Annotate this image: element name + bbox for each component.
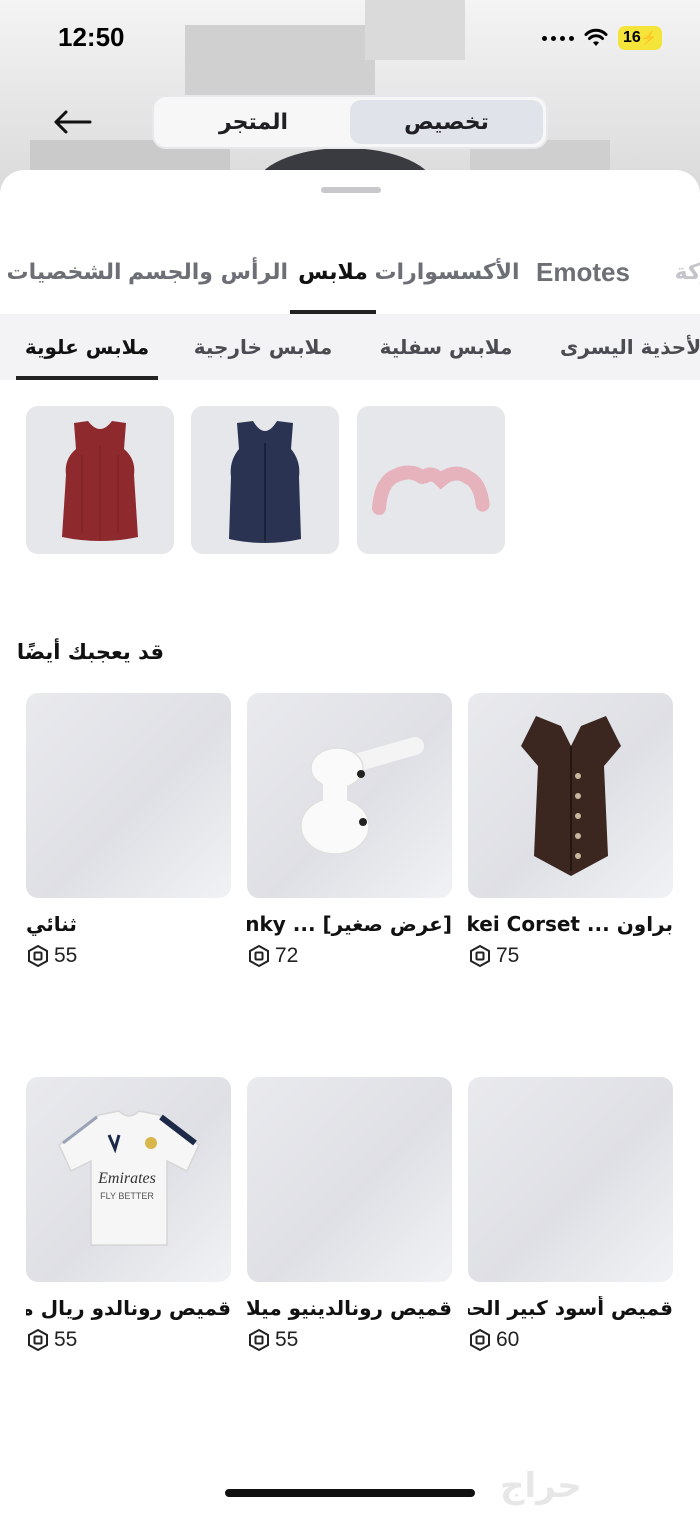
tab-emotes[interactable]: Emotes [530,230,636,314]
real-madrid-shirt-icon: Emirates FLY BETTER [57,1109,200,1246]
product-name[interactable]: قميص أسود كبير الحجم [468,1296,673,1320]
product-card[interactable]: قميص أسود كبير الحجم 60 [468,1077,673,1352]
owned-item-navy-vest[interactable] [191,406,339,554]
subtab-tops[interactable]: ملابس علوية [16,314,158,380]
back-arrow-icon[interactable] [48,100,96,144]
status-time: 12:50 [58,22,125,52]
subtab-left-shoes[interactable]: الأحذية اليسرى [560,314,700,380]
owned-item-pink-ruffle-sleeves[interactable] [357,406,505,554]
robux-icon [249,1328,269,1352]
product-thumbnail[interactable] [247,1077,452,1282]
tab-clothing[interactable]: ملابس [290,230,376,314]
price-value: 55 [54,1328,78,1351]
bottom-sheet: ركة Emotes الأكسسوارات ملابس الرأس والجس… [0,170,700,1514]
product-card[interactable]: قميص رونالدينيو ميلان... 55 [247,1077,452,1352]
product-name[interactable]: قميص رونالدو ريال مدر... [26,1296,231,1320]
category-tabs: ركة Emotes الأكسسوارات ملابس الرأس والجس… [0,230,700,314]
sheet-grabber[interactable] [321,187,381,193]
segment-customize[interactable]: تخصيص [350,100,543,144]
product-price: 55 [247,1328,452,1352]
segment-store[interactable]: المتجر [157,100,350,144]
robux-icon [28,944,48,968]
product-name[interactable]: براون ... Vkei Corset [468,912,673,936]
tab-head-body[interactable]: الرأس والجسم [128,230,288,314]
price-value: 55 [54,944,78,967]
brown-corset-icon [520,715,621,876]
clothing-subtabs: الأحذية اليسرى ملابس سفلية ملابس خارجية … [0,314,700,380]
product-thumbnail[interactable] [468,1077,673,1282]
price-value: 55 [275,1328,299,1351]
product-thumbnail[interactable] [468,693,673,898]
svg-text:FLY BETTER: FLY BETTER [100,1191,154,1201]
product-thumbnail[interactable] [247,693,452,898]
robux-icon [470,1328,490,1352]
price-value: 75 [496,944,520,967]
price-value: 60 [496,1328,520,1351]
section-title-recommended: قد يعجبك أيضًا [16,640,164,664]
white-pacifier-icon [299,736,424,855]
product-price: 55 [26,944,231,968]
tab-characters[interactable]: الشخصيات [6,230,121,314]
product-name[interactable]: قميص رونالدينيو ميلان... [247,1296,452,1320]
product-card[interactable]: براون ... Vkei Corset 75 [468,693,673,968]
status-icons: 16 ⚡ [542,26,662,50]
cellular-signal-icon [542,35,574,41]
subtab-bottoms[interactable]: ملابس سفلية [380,314,513,380]
tab-animations[interactable]: ركة [664,230,700,314]
scene-block [185,25,375,105]
robux-icon [470,944,490,968]
product-name[interactable]: ثنائي [26,912,231,936]
pink-ruffle-sleeves-icon [372,465,490,515]
tab-accessories[interactable]: الأكسسوارات [374,230,519,314]
battery-icon: 16 ⚡ [618,26,662,50]
product-name[interactable]: [عرض صغير] ... Binky [247,912,452,936]
watermark-logo: حراج [500,1466,582,1506]
product-card[interactable]: [عرض صغير] ... Binky 72 [247,693,452,968]
owned-item-red-tank-top[interactable] [26,406,174,554]
product-price: 75 [468,944,673,968]
home-indicator[interactable] [225,1489,475,1497]
product-thumbnail[interactable]: Emirates FLY BETTER [26,1077,231,1282]
subtab-outerwear[interactable]: ملابس خارجية [190,314,336,380]
navy-vest-icon [229,421,301,543]
product-card[interactable]: ثنائي 55 [26,693,231,968]
product-card[interactable]: Emirates FLY BETTER قميص رونالدو ريال مد… [26,1077,231,1352]
robux-icon [28,1328,48,1352]
robux-icon [249,944,269,968]
red-tank-top-icon [62,421,138,541]
wifi-icon [584,28,608,46]
product-price: 72 [247,944,452,968]
battery-level: 16 [623,29,641,46]
product-price: 60 [468,1328,673,1352]
price-value: 72 [275,944,299,967]
product-thumbnail[interactable] [26,693,231,898]
segmented-control: تخصيص المتجر [152,95,548,149]
scene-block [365,0,465,60]
product-price: 55 [26,1328,231,1352]
svg-text:Emirates: Emirates [97,1170,156,1187]
